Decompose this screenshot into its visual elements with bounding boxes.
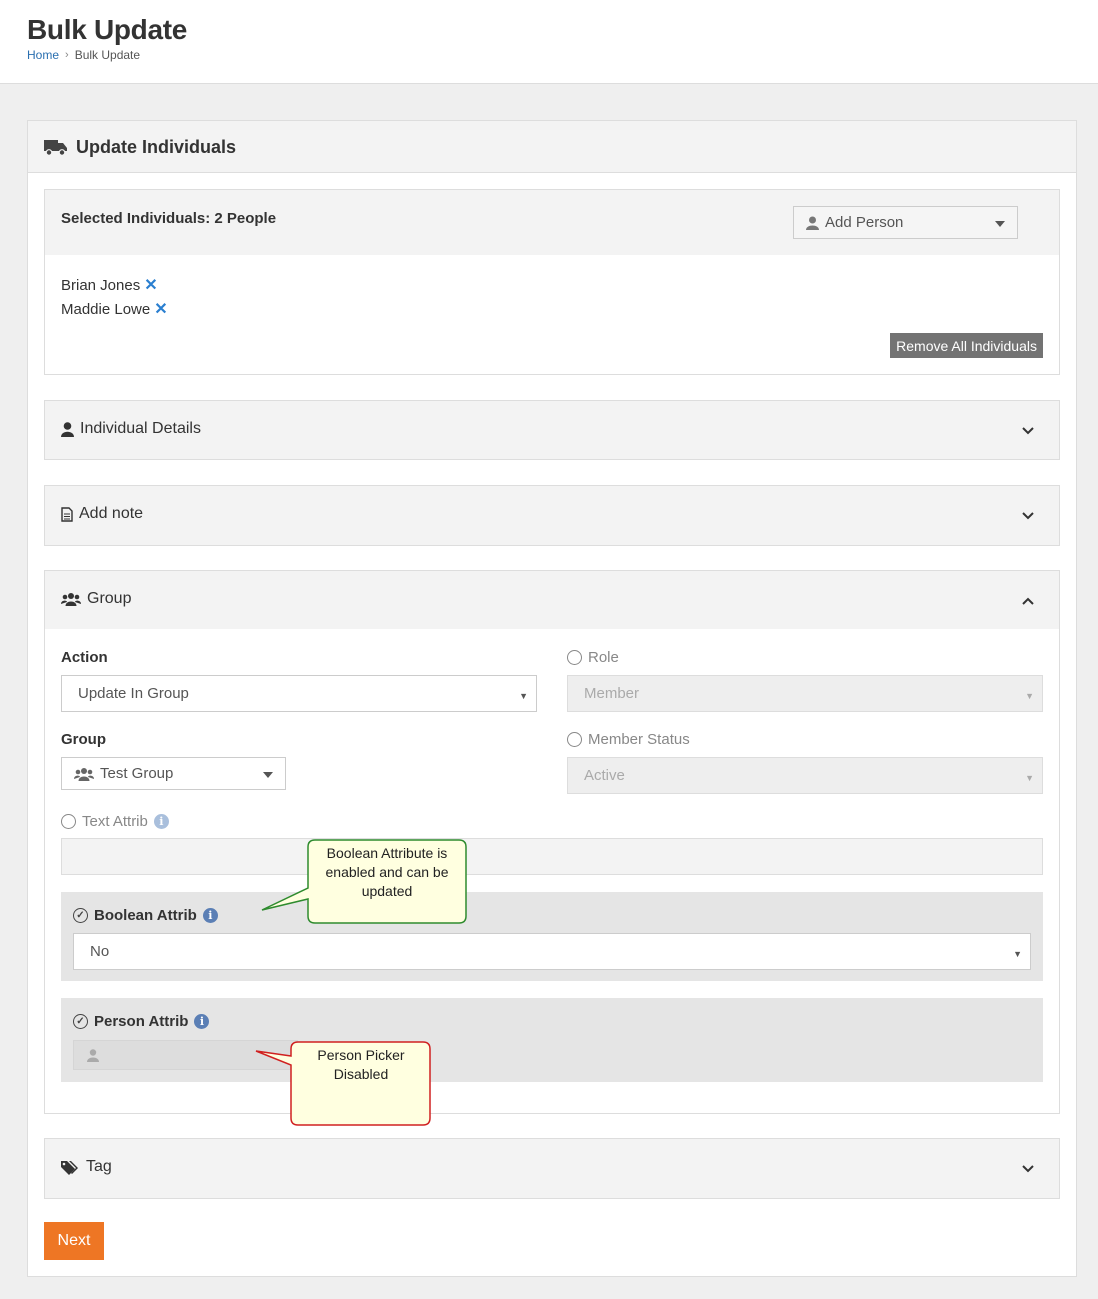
person-callout-text: Person Picker Disabled xyxy=(317,1047,405,1082)
callout-shapes xyxy=(255,839,467,1126)
boolean-callout-text: Boolean Attribute is enabled and can be … xyxy=(325,845,449,899)
